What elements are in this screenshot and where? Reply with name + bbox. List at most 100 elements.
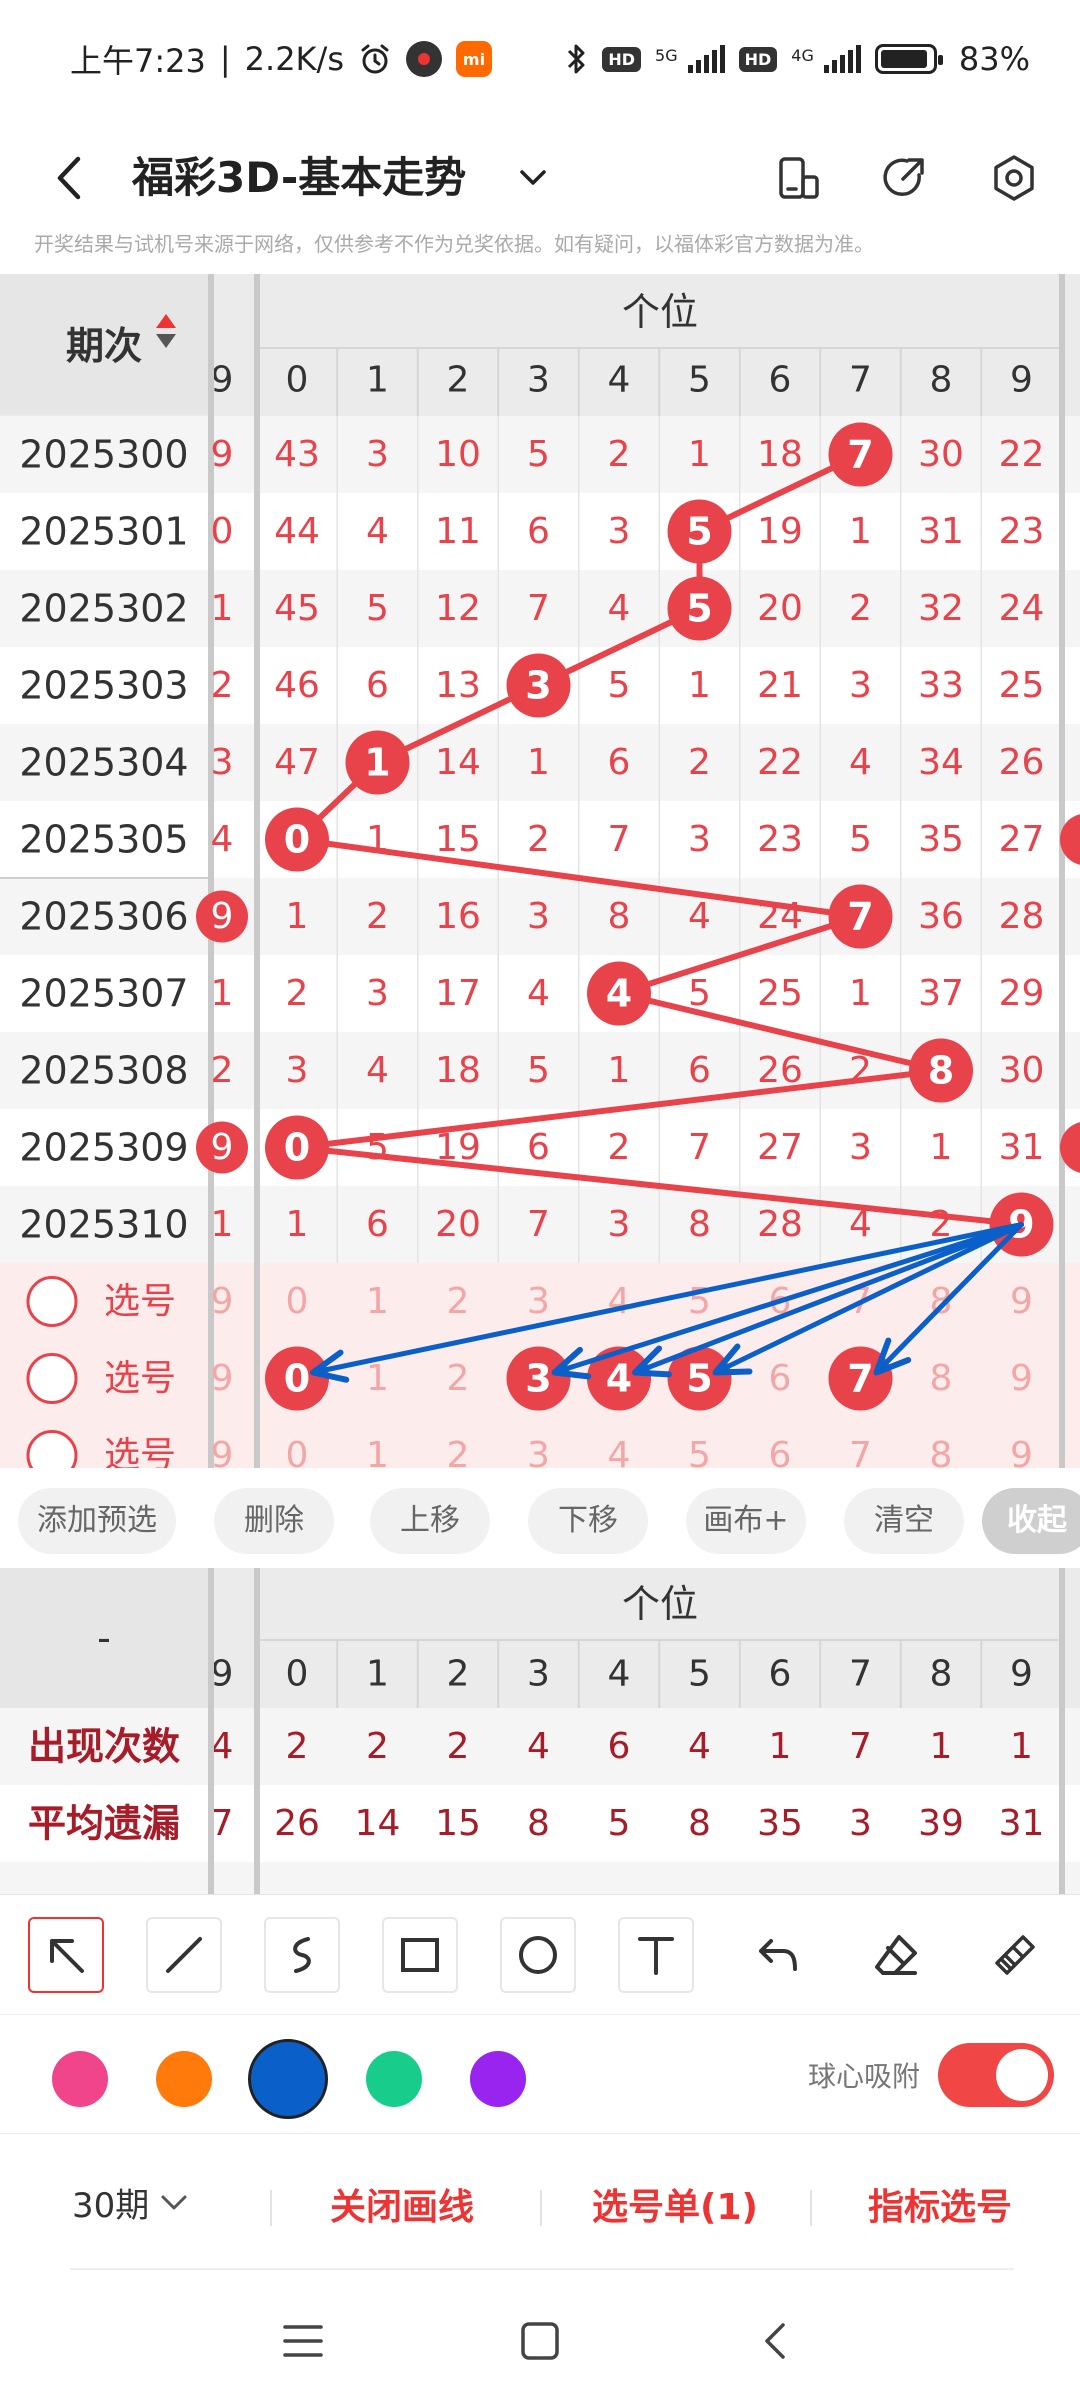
pick-row-label[interactable]: 选号 — [104, 1281, 176, 1322]
action-button[interactable]: 下移 — [528, 1488, 648, 1554]
arrow-tool-button[interactable] — [28, 1917, 104, 1993]
pick-option[interactable]: 1 — [366, 1435, 389, 1468]
line-tool-button[interactable] — [146, 1917, 222, 1993]
color-swatch-blue[interactable] — [248, 2039, 328, 2119]
miss-count: 26 — [999, 742, 1045, 783]
pick-option[interactable]: 5 — [688, 1435, 711, 1468]
miss-count: 34 — [918, 742, 964, 783]
miss-count: 4 — [608, 588, 631, 629]
pick-row-checkbox[interactable] — [26, 1276, 78, 1327]
clear-drawing-button[interactable] — [976, 1917, 1052, 1993]
indicator-pick-button[interactable]: 指标选号 — [868, 2178, 1012, 2230]
snap-toggle[interactable] — [938, 2043, 1054, 2107]
stats-cell: 7 — [849, 1726, 872, 1767]
pick-option[interactable]: 1 — [366, 1281, 389, 1322]
column-header: 5 — [688, 360, 711, 401]
pick-option[interactable]: 2 — [447, 1281, 470, 1322]
curve-tool-button[interactable] — [264, 1917, 340, 1993]
pick-option[interactable]: 8 — [930, 1435, 953, 1468]
pick-option[interactable]: 4 — [608, 1435, 631, 1468]
nav-back-button[interactable] — [742, 2306, 812, 2376]
pick-option[interactable]: 2 — [447, 1358, 470, 1399]
action-button[interactable]: 添加预选 — [18, 1488, 176, 1554]
hit-ball-number[interactable]: 7 — [847, 895, 873, 939]
miss-count: 5 — [366, 1127, 389, 1168]
hit-ball-number[interactable]: 4 — [606, 972, 632, 1016]
pick-option[interactable]: 5 — [688, 1281, 711, 1322]
pick-option[interactable]: 1 — [366, 1358, 389, 1399]
action-button[interactable]: 收起 — [982, 1488, 1080, 1554]
circle-tool-button[interactable] — [500, 1917, 576, 1993]
color-swatch-pink[interactable] — [52, 2051, 108, 2107]
color-swatch-orange[interactable] — [156, 2051, 212, 2107]
pick-row-checkbox[interactable] — [26, 1430, 78, 1469]
pick-option[interactable]: 9 — [1010, 1358, 1033, 1399]
trend-table: 期次个位9 0 1 2 3 4 5 6 7 8 92025300 9 43 3 10 5 2 1 18 7 30 2220… — [0, 274, 1080, 1468]
pick-option[interactable]: 7 — [849, 1435, 872, 1468]
picked-number[interactable]: 7 — [847, 1357, 873, 1401]
hit-ball-number[interactable]: 0 — [284, 818, 310, 862]
back-icon — [765, 2323, 785, 2359]
action-button[interactable]: 画布+ — [686, 1488, 806, 1554]
picked-number[interactable]: 0 — [284, 1357, 310, 1401]
eraser-button[interactable] — [858, 1917, 934, 1993]
miss-count: 7 — [608, 819, 631, 860]
close-lines-button[interactable]: 关闭画线 — [330, 2178, 474, 2230]
home-icon — [521, 2322, 559, 2360]
hit-ball-number[interactable]: 8 — [928, 1049, 954, 1093]
home-button[interactable] — [505, 2306, 575, 2376]
picked-number[interactable]: 3 — [525, 1357, 551, 1401]
stats-cell: 8 — [688, 1803, 711, 1844]
pick-option[interactable]: 6 — [769, 1435, 792, 1468]
hit-ball-number[interactable]: 1 — [364, 741, 390, 785]
title-dropdown-button[interactable] — [508, 148, 558, 208]
page-title[interactable]: 福彩3D-基本走势 — [132, 118, 466, 238]
pick-option[interactable]: 2 — [447, 1435, 470, 1468]
miss-count: 3 — [366, 973, 389, 1014]
stats-corner-label: - — [97, 1616, 111, 1660]
pick-option[interactable]: 4 — [608, 1281, 631, 1322]
pick-option[interactable]: 6 — [769, 1358, 792, 1399]
pick-option[interactable]: 9 — [1010, 1281, 1033, 1322]
menu-button[interactable] — [268, 2306, 338, 2376]
action-button[interactable]: 删除 — [214, 1488, 334, 1554]
picked-number[interactable]: 5 — [686, 1357, 712, 1401]
pick-row-label[interactable]: 选号 — [104, 1435, 176, 1468]
pick-row-checkbox[interactable] — [26, 1353, 78, 1404]
divider — [540, 2190, 542, 2226]
color-swatch-purple[interactable] — [470, 2051, 526, 2107]
pick-option[interactable]: 9 — [1010, 1435, 1033, 1468]
undo-button[interactable] — [740, 1917, 816, 1993]
rectangle-tool-button[interactable] — [382, 1917, 458, 1993]
action-button[interactable]: 上移 — [370, 1488, 490, 1554]
back-button[interactable] — [40, 148, 100, 208]
miss-count: 6 — [608, 742, 631, 783]
rotate-screen-button[interactable] — [766, 146, 830, 210]
hit-ball-number[interactable]: 5 — [686, 587, 712, 631]
pick-option[interactable]: 0 — [286, 1281, 309, 1322]
pick-option[interactable]: 8 — [930, 1358, 953, 1399]
miss-count: 31 — [999, 1127, 1045, 1168]
chevron-down-icon — [520, 170, 546, 185]
color-swatch-green[interactable] — [366, 2051, 422, 2107]
stats-cell: 39 — [918, 1803, 964, 1844]
period-select[interactable]: 30期 — [72, 2178, 189, 2227]
hit-ball-number[interactable]: 0 — [284, 1126, 310, 1170]
miss-count: 5 — [608, 665, 631, 706]
pick-option[interactable]: 3 — [527, 1281, 550, 1322]
share-button[interactable] — [872, 146, 936, 210]
menu-icon — [283, 2325, 323, 2357]
pick-list-button[interactable]: 选号单(1) — [592, 2178, 758, 2230]
action-button[interactable]: 清空 — [844, 1488, 964, 1554]
miss-count: 8 — [688, 1204, 711, 1245]
settings-button[interactable] — [982, 146, 1046, 210]
pick-row-label[interactable]: 选号 — [104, 1358, 176, 1399]
pick-option[interactable]: 3 — [527, 1435, 550, 1468]
picked-number[interactable]: 4 — [606, 1357, 632, 1401]
hit-ball-number[interactable]: 7 — [847, 433, 873, 477]
pick-option[interactable]: 0 — [286, 1435, 309, 1468]
text-tool-button[interactable] — [618, 1917, 694, 1993]
hit-ball-number[interactable]: 5 — [686, 510, 712, 554]
hit-ball-number[interactable]: 3 — [525, 664, 551, 708]
period-header[interactable]: 期次 — [66, 324, 142, 368]
